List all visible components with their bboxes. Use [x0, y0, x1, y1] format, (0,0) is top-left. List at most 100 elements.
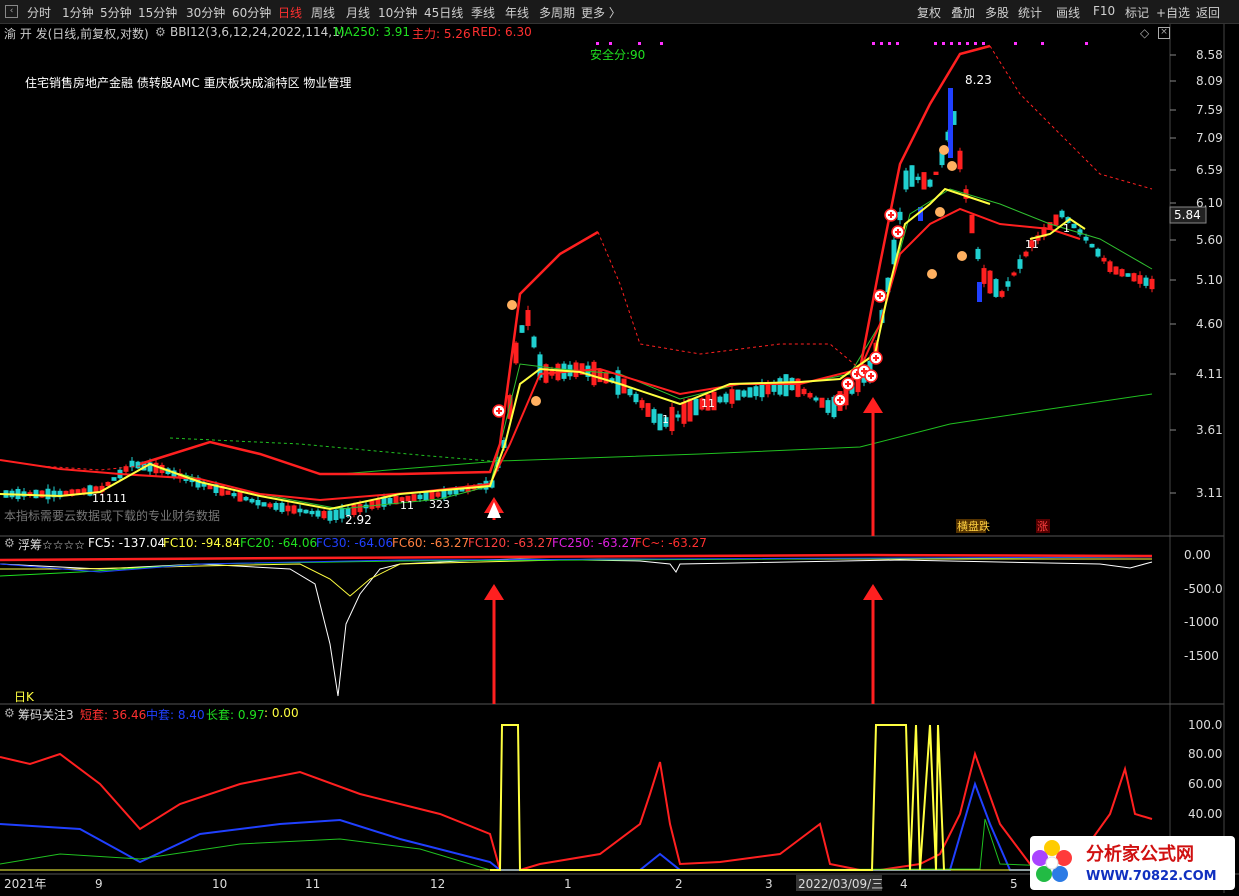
ind2-short: 短套: 36.46	[80, 708, 147, 722]
candle-body	[627, 388, 633, 396]
signal-dot	[1041, 42, 1044, 45]
period-8[interactable]: 月线	[346, 4, 370, 21]
candle-body	[957, 150, 963, 170]
period-9[interactable]: 10分钟	[378, 4, 417, 21]
toolbar-button-1[interactable]: 叠加	[951, 4, 975, 21]
stock-label: 渝 开 发(日线,前复权,对数)	[4, 27, 149, 41]
candle-body	[285, 505, 291, 512]
period-1[interactable]: 1分钟	[62, 4, 94, 21]
ind1-fc250: FC250: -63.27	[552, 536, 637, 550]
ind1-name[interactable]: 浮筹☆☆☆☆	[18, 536, 85, 553]
toolbar-button-8[interactable]: 返回	[1196, 4, 1220, 21]
candle-body	[267, 503, 273, 508]
ind2-name[interactable]: 筹码关注3	[18, 706, 74, 723]
x-tick-label: 4	[900, 877, 908, 891]
candle-body	[909, 165, 915, 187]
period-13[interactable]: 多周期	[539, 4, 575, 21]
candle-body	[969, 214, 975, 234]
candle-body	[591, 361, 597, 386]
candle-body	[915, 176, 921, 181]
toolbar-button-6[interactable]: 标记	[1125, 4, 1149, 21]
chart-svg[interactable]: 8.232.921111111 323111111横盘跌涨 8.588.097.5…	[0, 24, 1239, 893]
watermark-url: WWW.70822.COM	[1086, 869, 1217, 884]
candle-body	[669, 406, 675, 432]
period-4[interactable]: 30分钟	[186, 4, 225, 21]
period-6[interactable]: 日线	[278, 4, 302, 21]
candle-body	[651, 409, 657, 423]
candle-body	[723, 393, 729, 403]
candle-body	[675, 414, 681, 418]
candle-body	[231, 493, 237, 497]
period-11[interactable]: 季线	[471, 4, 495, 21]
x-tick-label: 11	[305, 877, 320, 891]
candle-body	[741, 390, 747, 397]
indicator-name[interactable]: BBI12(3,6,12,24,2022,114,1)	[170, 25, 344, 39]
candle-body	[339, 507, 345, 519]
period-5[interactable]: 60分钟	[232, 4, 271, 21]
settings-icon[interactable]: ⚙	[4, 536, 15, 550]
candle-body	[225, 490, 231, 495]
candle-body	[1011, 272, 1017, 276]
candle-body	[897, 211, 903, 221]
period-7[interactable]: 周线	[311, 4, 335, 21]
y-tick-label: 5.60	[1196, 233, 1223, 247]
candle-body	[423, 491, 429, 501]
settings-icon[interactable]: ⚙	[155, 25, 166, 39]
candle-body	[387, 497, 393, 504]
period-0[interactable]: 分时	[27, 4, 51, 21]
candle-body	[237, 491, 243, 502]
close-icon[interactable]: ×	[1158, 27, 1170, 39]
current-price-label: 5.84	[1174, 208, 1201, 222]
candle-body	[819, 397, 825, 408]
toolbar-button-5[interactable]: F10	[1093, 4, 1115, 18]
candle-body	[921, 172, 927, 190]
settings-icon[interactable]: ⚙	[4, 706, 15, 720]
diamond-icon[interactable]: ◇	[1140, 26, 1149, 40]
candle-body	[747, 387, 753, 398]
x-tick-label: 2022/03/09/三	[798, 877, 883, 891]
ind1-period-tag: 日K	[14, 690, 34, 704]
watermark-logo: 分析家公式网 WWW.70822.COM	[1030, 836, 1235, 890]
period-12[interactable]: 年线	[505, 4, 529, 21]
chart-area: 8.23 2.92 11111 11 323 11 1 1 11 横盘跌涨 8.58 8.09 7.5…	[0, 24, 1239, 893]
signal-dot	[1085, 42, 1088, 45]
toolbar-button-4[interactable]: 画线	[1056, 4, 1080, 21]
back-icon[interactable]: ‹	[5, 5, 18, 18]
count-label: 1	[1063, 222, 1070, 235]
ind1-fcall: FC~: -63.27	[635, 536, 707, 550]
candle-body	[303, 509, 309, 514]
candle-body	[249, 498, 255, 503]
toolbar-button-7[interactable]: +自选	[1156, 4, 1190, 21]
signal-dot	[934, 42, 937, 45]
candle-body	[1143, 277, 1149, 286]
period-2[interactable]: 5分钟	[100, 4, 132, 21]
hand-icon	[947, 161, 957, 171]
y-tick-label: 5.10	[1196, 273, 1223, 287]
candle-body	[393, 495, 399, 505]
candle-body	[993, 279, 999, 297]
signal-dot	[638, 42, 641, 45]
y-tick-label: 6.59	[1196, 163, 1223, 177]
candle-body	[531, 336, 537, 348]
toolbar-button-2[interactable]: 多股	[985, 4, 1009, 21]
candle-body	[1119, 269, 1125, 277]
period-3[interactable]: 15分钟	[138, 4, 177, 21]
ind1-y-tick: 0.00	[1184, 548, 1211, 562]
signal-dot	[1014, 42, 1017, 45]
candle-body	[261, 502, 267, 507]
period-10[interactable]: 45日线	[424, 4, 463, 21]
period-14[interactable]: 更多 〉	[581, 4, 621, 21]
period-toolbar: ‹ 分时 1分钟 5分钟 15分钟 30分钟 60分钟 日线 周线 月线 10分钟 45日线 季线 年线…	[0, 0, 1239, 24]
candle-body	[633, 393, 639, 403]
toolbar-button-3[interactable]: 统计	[1018, 4, 1042, 21]
concept-tags: 住宅销售房地产金融 债转股AMC 重庆板块成渝特区 物业管理	[25, 76, 352, 90]
candle-body	[1137, 275, 1143, 284]
candle-body	[801, 388, 807, 395]
ind1-y-tick: -1500	[1184, 649, 1219, 663]
toolbar-button-0[interactable]: 复权	[917, 4, 941, 21]
count-label: 11	[400, 499, 414, 512]
zhuli-value: 主力: 5.26	[412, 27, 471, 41]
flower-icon: 分析家公式网 WWW.70822.COM	[1032, 840, 1217, 884]
signal-dot	[942, 42, 945, 45]
candle-body	[693, 398, 699, 416]
